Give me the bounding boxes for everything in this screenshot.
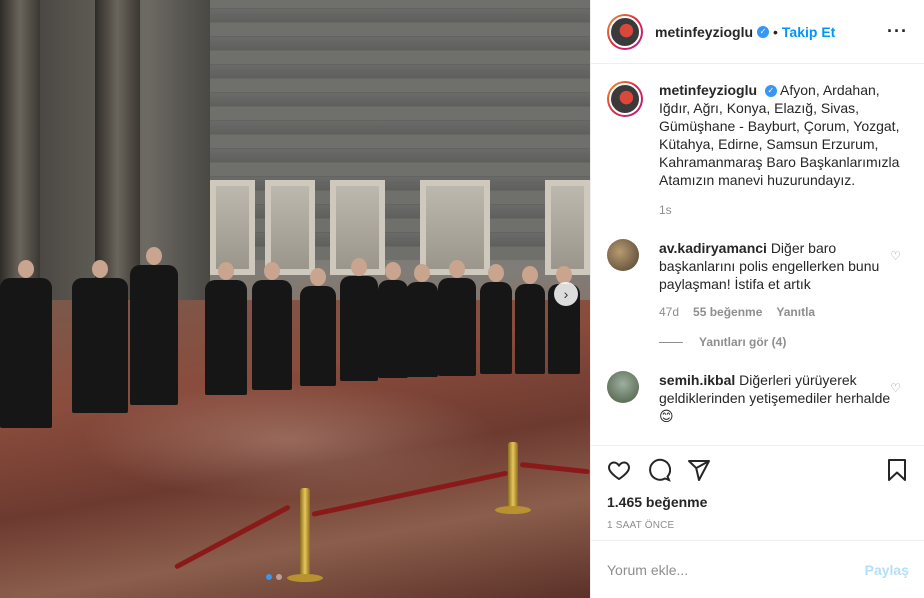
heart-icon[interactable] bbox=[607, 458, 631, 482]
view-replies-button[interactable]: Yanıtları gör (4) bbox=[659, 335, 909, 349]
comment-like-icon[interactable]: ♡ bbox=[890, 249, 901, 263]
bookmark-icon[interactable] bbox=[885, 458, 909, 482]
photo-person bbox=[406, 264, 438, 377]
post-comment-button[interactable]: Paylaş bbox=[865, 562, 909, 578]
carousel-next-button[interactable]: › bbox=[554, 282, 578, 306]
caption-username[interactable]: metinfeyzioglu bbox=[659, 82, 757, 98]
caption-time[interactable]: 1s bbox=[659, 203, 909, 217]
commenter-avatar[interactable] bbox=[607, 239, 639, 271]
add-comment-bar: Paylaş bbox=[591, 540, 924, 598]
header-username[interactable]: metinfeyzioglu bbox=[655, 24, 753, 40]
photo-person bbox=[480, 264, 512, 374]
photo-stanchion-base bbox=[287, 574, 323, 582]
photo-back-wall bbox=[205, 0, 590, 260]
share-icon[interactable] bbox=[687, 458, 711, 482]
photo-person bbox=[300, 268, 336, 386]
comment-like-icon[interactable]: ♡ bbox=[890, 381, 901, 395]
caption-body: metinfeyzioglu ✓ Afyon, Ardahan, Iğdır, … bbox=[659, 81, 909, 189]
commenter-avatar[interactable] bbox=[607, 371, 639, 403]
photo-person bbox=[438, 260, 476, 376]
comment-time[interactable]: 47d bbox=[659, 305, 679, 319]
likes-count[interactable]: 1.465 beğenme bbox=[607, 494, 909, 510]
comment-item: av.kadiryamanci Diğer baro başkanlarını … bbox=[607, 239, 909, 349]
photo-stanchion-base bbox=[495, 506, 531, 514]
photo-person bbox=[340, 258, 378, 381]
photo-person bbox=[205, 262, 247, 395]
comment-input[interactable] bbox=[607, 561, 865, 578]
follow-button[interactable]: Takip Et bbox=[782, 24, 835, 40]
comment-username[interactable]: av.kadiryamanci bbox=[659, 240, 767, 256]
photo-person bbox=[378, 262, 408, 378]
photo-doorway bbox=[265, 180, 315, 275]
photo-person bbox=[515, 266, 545, 374]
carousel-dot-active bbox=[266, 574, 272, 580]
photo-person bbox=[0, 260, 52, 428]
verified-badge-icon: ✓ bbox=[764, 85, 777, 98]
caption-avatar[interactable] bbox=[607, 81, 643, 117]
view-replies-label: Yanıtları gör (4) bbox=[699, 335, 787, 349]
comment-item: semih.ikbal Diğerleri yürüyerek geldikle… bbox=[607, 371, 909, 425]
comment-likes[interactable]: 55 beğenme bbox=[693, 305, 762, 319]
photo-pillar bbox=[0, 0, 40, 300]
post-actions: 1.465 beğenme 1 SAAT ÖNCE bbox=[591, 445, 924, 531]
comment-username[interactable]: semih.ikbal bbox=[659, 372, 735, 388]
reply-button[interactable]: Yanıtla bbox=[776, 305, 815, 319]
photo-person bbox=[72, 260, 128, 413]
caption: metinfeyzioglu ✓ Afyon, Ardahan, Iğdır, … bbox=[607, 81, 909, 189]
photo-pillar bbox=[95, 0, 140, 300]
comment-icon[interactable] bbox=[647, 458, 671, 482]
action-icons bbox=[607, 456, 909, 484]
photo-stanchion bbox=[300, 488, 310, 580]
profile-avatar[interactable] bbox=[607, 13, 643, 50]
replies-divider bbox=[659, 341, 683, 343]
photo-person bbox=[252, 262, 292, 390]
comments-section[interactable]: metinfeyzioglu ✓ Afyon, Ardahan, Iğdır, … bbox=[591, 65, 924, 445]
more-options-icon[interactable]: ··· bbox=[887, 21, 908, 42]
header-separator: • bbox=[773, 23, 778, 40]
photo-doorway bbox=[545, 180, 590, 275]
photo-person bbox=[130, 247, 178, 405]
carousel-indicator bbox=[266, 574, 282, 580]
photo-doorway bbox=[210, 180, 255, 275]
post-photo[interactable]: › bbox=[0, 0, 590, 598]
comment-body: av.kadiryamanci Diğer baro başkanlarını … bbox=[659, 239, 894, 293]
post-header: metinfeyzioglu ✓ • Takip Et ··· bbox=[591, 0, 924, 64]
post-side-panel: metinfeyzioglu ✓ • Takip Et ··· metinfey… bbox=[590, 0, 924, 598]
verified-badge-icon: ✓ bbox=[757, 25, 770, 38]
comment-body: semih.ikbal Diğerleri yürüyerek geldikle… bbox=[659, 371, 894, 425]
chevron-right-icon: › bbox=[563, 286, 569, 302]
carousel-dot bbox=[276, 574, 282, 580]
photo-stanchion bbox=[508, 442, 518, 510]
posted-time[interactable]: 1 SAAT ÖNCE bbox=[607, 520, 909, 531]
comment-meta: 47d 55 beğenme Yanıtla bbox=[659, 305, 909, 319]
